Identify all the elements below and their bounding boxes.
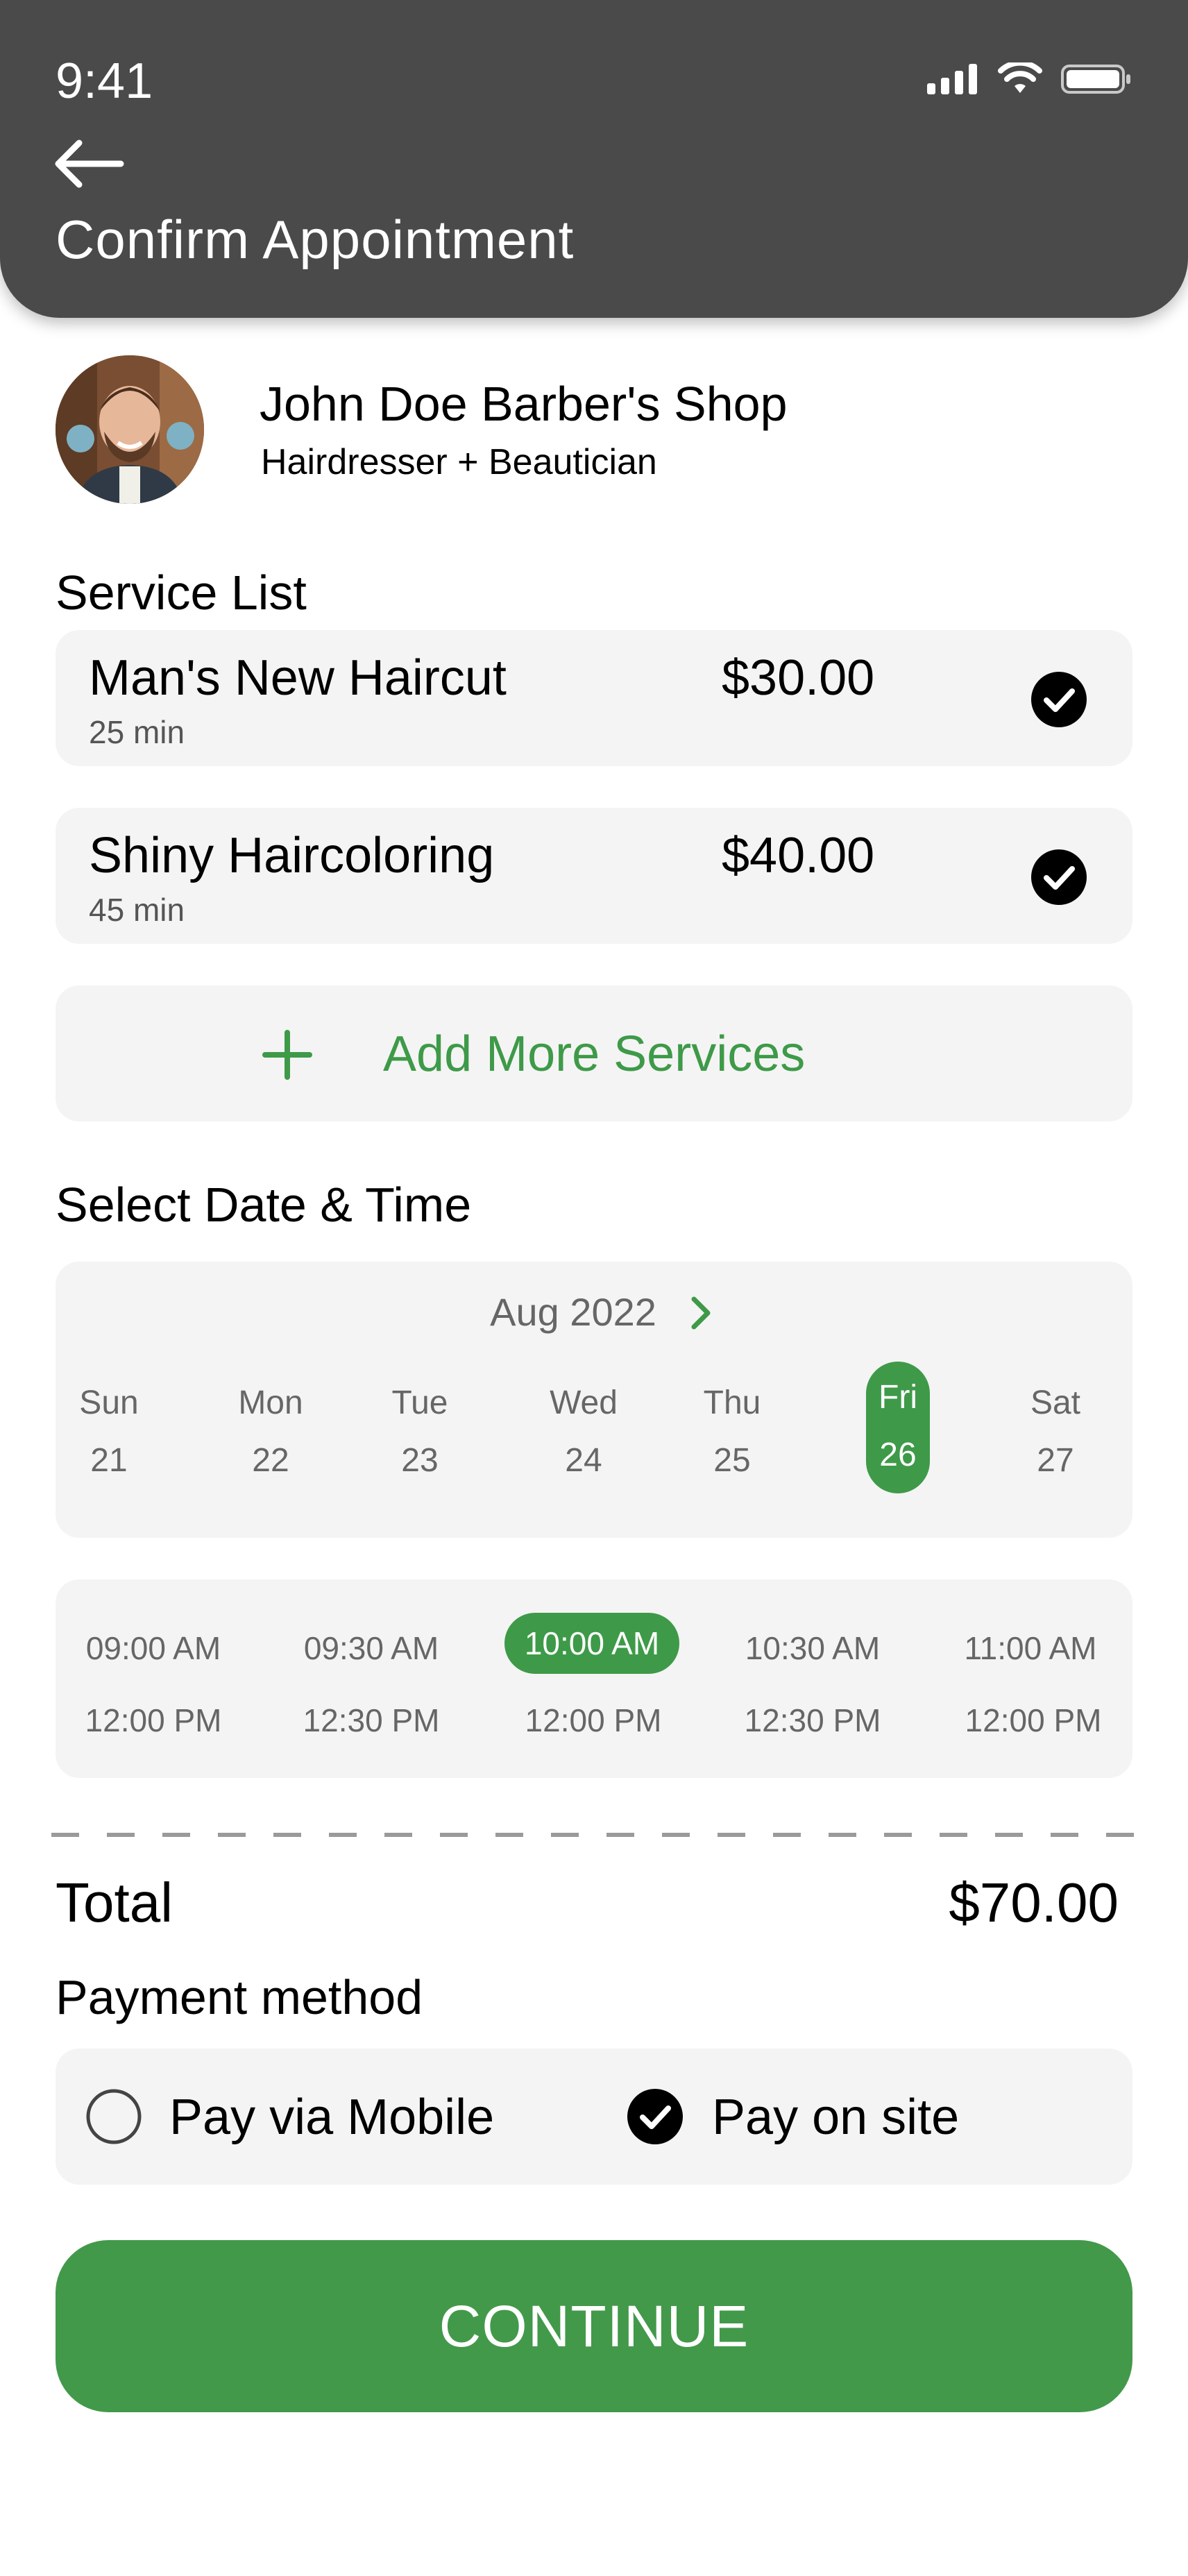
calendar-day[interactable]: Tue 23	[368, 1363, 472, 1480]
payment-option-label[interactable]: Pay on site	[712, 2089, 959, 2146]
calendar-day[interactable]: Wed 24	[532, 1363, 636, 1480]
service-duration: 45 min	[89, 892, 185, 928]
service-item[interactable]: Man's New Haircut 25 min $30.00	[56, 630, 1132, 766]
calendar-day[interactable]: Sun 21	[57, 1363, 161, 1480]
total-value: $70.00	[949, 1872, 1119, 1933]
day-name: Sun	[79, 1384, 139, 1421]
service-list-title: Service List	[56, 566, 307, 620]
wifi-icon	[998, 62, 1042, 93]
service-name: Shiny Haircoloring	[89, 828, 495, 883]
arrow-left-icon	[55, 139, 124, 188]
day-date: 24	[565, 1442, 602, 1479]
service-price: $40.00	[722, 828, 875, 883]
time-slot[interactable]: 12:00 PM	[507, 1702, 680, 1739]
plus-icon	[262, 1030, 312, 1080]
day-date: 25	[713, 1442, 751, 1479]
page-title: Confirm Appointment	[56, 209, 575, 270]
cellular-signal-icon	[927, 64, 977, 94]
payment-options-card: Pay via Mobile Pay on site	[56, 2049, 1132, 2185]
status-time: 9:41	[56, 53, 153, 109]
add-more-services-button[interactable]: Add More Services	[56, 985, 1132, 1121]
time-slot[interactable]: 12:30 PM	[285, 1702, 458, 1739]
day-name: Wed	[550, 1384, 618, 1421]
calendar-day[interactable]: Thu 25	[680, 1363, 784, 1480]
total-label: Total	[56, 1872, 173, 1933]
day-date: 21	[90, 1442, 128, 1479]
add-more-services-label: Add More Services	[383, 1026, 806, 1082]
battery-icon	[1061, 65, 1130, 94]
time-slots-card: 09:00 AM 09:30 AM 10:00 AM 10:30 AM 11:0…	[56, 1579, 1132, 1778]
dashed-divider	[51, 1833, 1137, 1837]
day-date: 27	[1037, 1442, 1074, 1479]
day-name: Mon	[238, 1384, 303, 1421]
calendar-card: Aug 2022 Sun 21 Mon 22 Tue 23 Wed 24 Thu…	[56, 1262, 1132, 1538]
time-slot[interactable]: 12:00 PM	[67, 1702, 240, 1739]
day-name: Thu	[703, 1384, 761, 1421]
service-name: Man's New Haircut	[89, 650, 507, 706]
time-slot[interactable]: 12:30 PM	[726, 1702, 899, 1739]
time-slot[interactable]: 12:00 PM	[947, 1702, 1120, 1739]
payment-option-label[interactable]: Pay via Mobile	[169, 2089, 494, 2146]
payment-method-title: Payment method	[56, 1970, 423, 2024]
calendar-day[interactable]: Mon 22	[219, 1363, 323, 1480]
radio-unchecked-icon[interactable]	[85, 2087, 143, 2146]
day-name: Sat	[1030, 1384, 1081, 1421]
service-duration: 25 min	[89, 714, 185, 750]
time-slot[interactable]: 10:30 AM	[726, 1629, 899, 1667]
calendar-month: Aug 2022	[490, 1290, 656, 1334]
day-name: Tue	[391, 1384, 448, 1421]
shop-name: John Doe Barber's Shop	[260, 377, 788, 431]
service-item[interactable]: Shiny Haircoloring 45 min $40.00	[56, 808, 1132, 944]
select-date-time-title: Select Date & Time	[56, 1178, 472, 1232]
time-slot[interactable]: 09:30 AM	[285, 1629, 458, 1667]
calendar-day-selected[interactable]: Fri 26	[866, 1362, 930, 1493]
chevron-right-icon[interactable]	[680, 1292, 722, 1334]
calendar-month-row: Aug 2022	[56, 1289, 1132, 1334]
time-slot-selected[interactable]: 10:00 AM	[504, 1613, 679, 1674]
service-price: $30.00	[722, 650, 875, 706]
continue-button[interactable]: CONTINUE	[56, 2240, 1132, 2412]
barber-photo-icon	[56, 355, 204, 504]
check-circle-icon[interactable]	[1030, 848, 1088, 906]
status-icons	[927, 62, 1132, 96]
time-slot[interactable]: 09:00 AM	[67, 1629, 240, 1667]
confirm-appointment-screen: 9:41 Confirm Appointment John Doe Barber…	[0, 0, 1188, 2576]
day-date: 23	[401, 1442, 439, 1479]
shop-subtitle: Hairdresser + Beautician	[261, 442, 657, 482]
time-slot[interactable]: 11:00 AM	[944, 1629, 1117, 1667]
back-button[interactable]	[51, 136, 128, 192]
check-circle-icon[interactable]	[1030, 670, 1088, 729]
shop-avatar	[56, 355, 204, 504]
app-header: 9:41 Confirm Appointment	[0, 0, 1188, 318]
day-date: 22	[252, 1442, 289, 1479]
day-date: 26	[879, 1437, 917, 1473]
check-circle-icon[interactable]	[626, 2087, 684, 2146]
day-name: Fri	[879, 1379, 917, 1416]
calendar-day[interactable]: Sat 27	[1003, 1363, 1108, 1480]
